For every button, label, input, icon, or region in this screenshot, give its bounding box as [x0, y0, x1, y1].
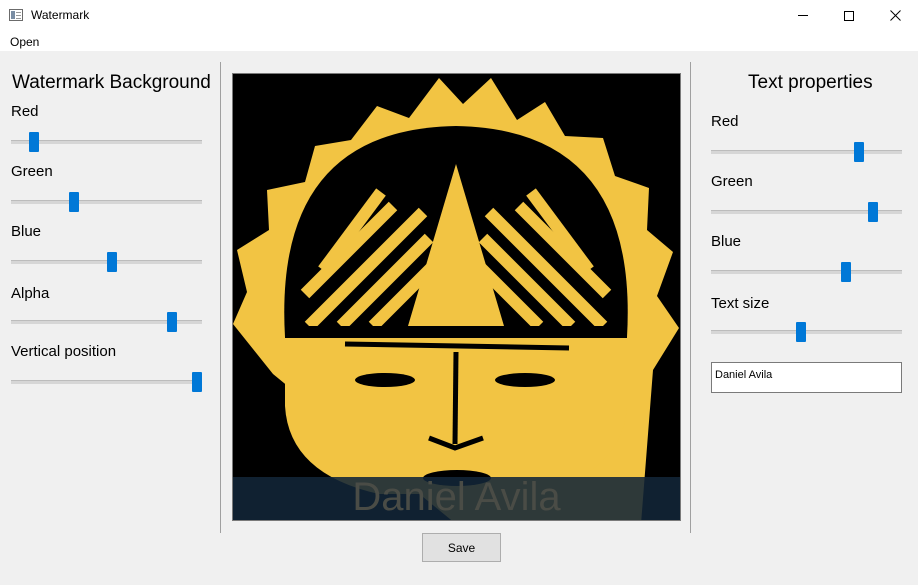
- text-red-label: Red: [711, 113, 739, 130]
- minimize-icon: [798, 15, 808, 16]
- bg-blue-slider[interactable]: [11, 252, 202, 272]
- maximize-icon: [844, 10, 854, 21]
- title-bar: Watermark: [0, 0, 918, 31]
- maximize-button[interactable]: [826, 0, 872, 31]
- text-green-slider[interactable]: [711, 202, 902, 222]
- bg-red-label: Red: [11, 103, 39, 120]
- slider-groove: [711, 270, 902, 274]
- slider-groove: [11, 200, 202, 204]
- text-size-slider[interactable]: [711, 322, 902, 342]
- right-separator: [690, 62, 691, 533]
- bg-vertical-position-label: Vertical position: [11, 343, 117, 360]
- slider-handle[interactable]: [106, 252, 117, 272]
- slider-handle[interactable]: [166, 312, 177, 332]
- watermark-background-title: Watermark Background: [12, 72, 211, 93]
- slider-handle[interactable]: [29, 132, 40, 152]
- text-size-label: Text size: [711, 295, 770, 312]
- slider-handle[interactable]: [853, 142, 864, 162]
- bg-blue-label: Blue: [11, 223, 42, 240]
- watermark-text-input[interactable]: Daniel Avila: [711, 362, 902, 393]
- bg-alpha-slider[interactable]: [11, 312, 202, 332]
- left-eye: [355, 373, 415, 387]
- close-button[interactable]: [872, 0, 918, 31]
- bg-green-slider[interactable]: [11, 192, 202, 212]
- close-icon: [889, 10, 901, 21]
- slider-handle[interactable]: [68, 192, 79, 212]
- bg-green-label: Green: [11, 163, 53, 180]
- text-properties-title: Text properties: [748, 72, 873, 93]
- slider-handle[interactable]: [841, 262, 852, 282]
- nose: [452, 351, 459, 445]
- bg-alpha-label: Alpha: [11, 285, 50, 302]
- text-red-slider[interactable]: [711, 142, 902, 162]
- window-title: Watermark: [31, 8, 90, 22]
- menu-item-open[interactable]: Open: [10, 35, 39, 49]
- text-blue-label: Blue: [711, 233, 742, 250]
- headband: [285, 326, 627, 338]
- text-blue-slider[interactable]: [711, 262, 902, 282]
- left-separator: [220, 62, 221, 533]
- text-green-label: Green: [711, 173, 753, 190]
- slider-handle[interactable]: [192, 372, 202, 392]
- minimize-button[interactable]: [780, 0, 826, 31]
- slider-handle[interactable]: [796, 322, 807, 342]
- app-window-icon: [9, 9, 23, 21]
- watermark-text: Daniel Avila: [352, 475, 561, 519]
- menu-bar: Open: [0, 31, 918, 51]
- image-preview: Daniel Avila: [232, 73, 681, 521]
- bg-vertical-position-slider[interactable]: [11, 372, 202, 392]
- slider-groove: [11, 140, 202, 144]
- slider-groove: [11, 380, 202, 384]
- slider-handle[interactable]: [868, 202, 879, 222]
- bg-red-slider[interactable]: [11, 132, 202, 152]
- slider-groove: [711, 330, 902, 334]
- slider-groove: [711, 150, 902, 154]
- mask-artwork: [233, 78, 679, 520]
- save-button[interactable]: Save: [422, 533, 501, 562]
- right-eye: [495, 373, 555, 387]
